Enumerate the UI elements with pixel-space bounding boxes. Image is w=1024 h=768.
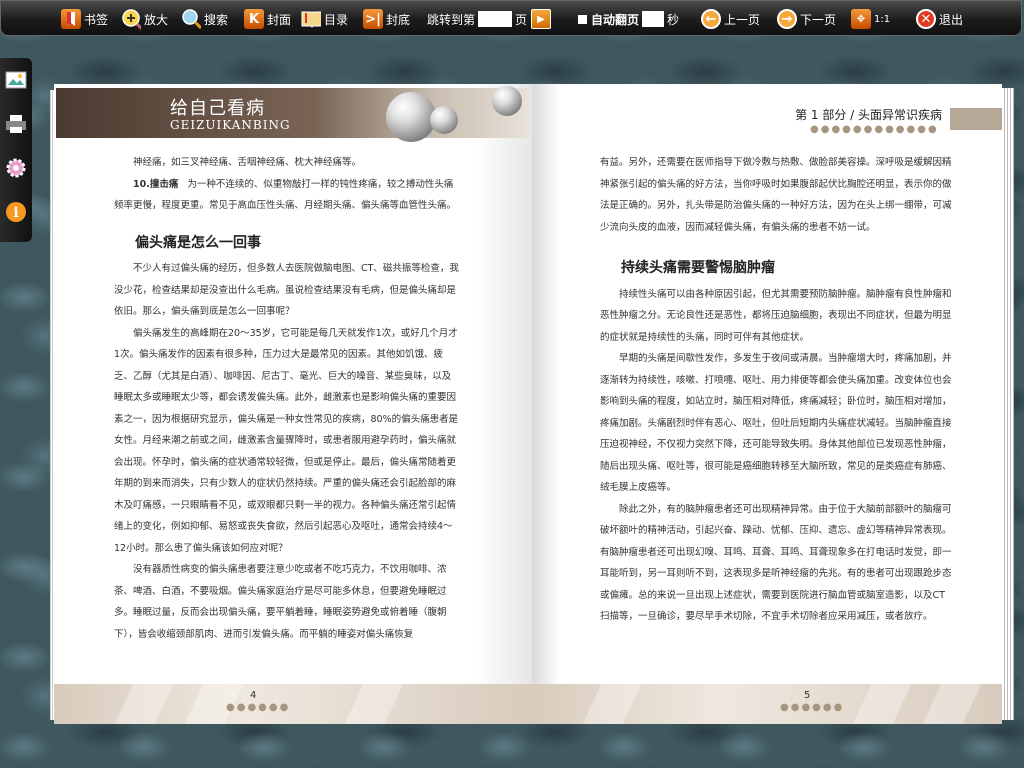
prev-page-button[interactable]: ← 上一页: [701, 7, 760, 31]
paragraph: 有益。另外，还需要在医师指导下做冷敷与热敷、做脸部美容操。深呼吸是缓解因精神紧张…: [600, 157, 952, 233]
printer-icon: [6, 115, 26, 133]
paragraph: 不少人有过偏头痛的经历，但多数人去医院做脑电图、CT、磁共振等检查，我没少花，检…: [114, 263, 459, 317]
cover-button[interactable]: K 封面: [244, 7, 291, 31]
arrow-right-icon: →: [777, 9, 797, 29]
bookmark-icon: [61, 9, 81, 29]
toolbar: 书签 放大 搜索 K 封面 目录 >| 封底 跳转到第 页 ▶ 自动翻页 秒 ← 上一…: [0, 0, 1022, 36]
jump-to-page: 跳转到第 页 ▶: [427, 7, 552, 31]
auto-flip-checkbox[interactable]: [578, 14, 587, 24]
first-page-icon: K: [244, 9, 264, 29]
left-page-text: 神经痛，如三叉神经痛、舌咽神经痛、枕大神经痛等。 10.撞击痛 为一种不连续的、…: [114, 152, 460, 645]
info-icon: i: [6, 202, 26, 222]
section-heading: 偏头痛是怎么一回事: [135, 234, 261, 251]
zoom-button[interactable]: 放大: [121, 7, 168, 31]
decorative-dots: ●●●●●●: [226, 702, 291, 713]
toc-button[interactable]: 目录: [301, 7, 348, 31]
paragraph: 偏头痛发生的高峰期在20～35岁，它可能是每几天就发作1次，或好几个月才1次。偏…: [114, 327, 459, 554]
fit-icon: ✥: [851, 9, 871, 29]
go-button[interactable]: ▶: [531, 9, 552, 29]
arrow-left-icon: ←: [701, 9, 721, 29]
right-page-text: 有益。另外，还需要在医师指导下做冷敷与热敷、做脸部美容操。深呼吸是缓解因精神紧张…: [600, 152, 952, 628]
decorative-sphere: [492, 86, 522, 116]
decorative-sphere: [386, 92, 436, 142]
bookmark-button[interactable]: 书签: [61, 7, 108, 31]
paragraph: 除此之外，有的脑肿瘤患者还可出现精神异常。由于位于大脑前部额叶的脑瘤可破坏额叶的…: [600, 503, 952, 623]
paragraph: 早期的头痛是间歇性发作，多发生于夜间或清晨。当肿瘤增大时，疼痛加剧，并逐渐转为持…: [600, 353, 952, 493]
right-page[interactable]: 第 1 部分 / 头面异常识疾病 ●●●●●●●●●●●● 有益。另外，还需要在…: [532, 84, 1002, 724]
book: 给自己看病 GEIZUIKANBING 神经痛，如三叉神经痛、舌咽神经痛、枕大神…: [50, 84, 1014, 724]
paragraph: 10.撞击痛 为一种不连续的、似重物敲打一样的钝性疼痛，较之搏动性头痛频率更慢，…: [114, 178, 457, 212]
side-toolbar: i: [0, 58, 32, 242]
left-page-footer: 4 ●●●●●●: [54, 684, 532, 724]
settings-button[interactable]: [4, 156, 28, 180]
svg-text:i: i: [13, 205, 18, 221]
picture-icon: [5, 71, 27, 89]
next-page-button[interactable]: → 下一页: [777, 7, 836, 31]
thumbnail-button[interactable]: [4, 68, 28, 92]
decorative-sphere: [430, 106, 458, 134]
page-number: 5: [804, 690, 811, 701]
print-button[interactable]: [4, 112, 28, 136]
left-page[interactable]: 给自己看病 GEIZUIKANBING 神经痛，如三叉神经痛、舌咽神经痛、枕大神…: [54, 84, 532, 724]
banner-subtitle: GEIZUIKANBING: [170, 118, 291, 132]
exit-button[interactable]: ✕ 退出: [916, 7, 963, 31]
paragraph: 没有器质性病变的偏头痛患者要注意少吃或者不吃巧克力，不饮用咖啡、浓茶、啤酒、白酒…: [114, 564, 447, 640]
auto-flip-seconds-input[interactable]: [642, 11, 665, 27]
search-button[interactable]: 搜索: [181, 7, 228, 31]
page-number-input[interactable]: [478, 11, 513, 27]
back-cover-button[interactable]: >| 封底: [363, 7, 410, 31]
last-page-icon: >|: [363, 9, 383, 29]
page-stack-right: [1002, 88, 1014, 720]
search-icon: [181, 9, 201, 30]
banner-title: 给自己看病: [170, 98, 265, 119]
decorative-dots: ●●●●●●: [780, 702, 845, 713]
section-heading: 持续头痛需要警惕脑肿瘤: [621, 260, 775, 276]
book-icon: [301, 9, 321, 29]
chapter-header: 第 1 部分 / 头面异常识疾病: [795, 108, 942, 122]
gear-icon: [6, 158, 26, 178]
paragraph: 神经痛，如三叉神经痛、舌咽神经痛、枕大神经痛等。: [133, 157, 362, 168]
auto-flip: 自动翻页 秒: [574, 7, 679, 31]
decorative-dots: ●●●●●●●●●●●●: [810, 124, 939, 135]
page-number: 4: [250, 690, 257, 701]
book-banner: 给自己看病 GEIZUIKANBING: [56, 86, 530, 142]
chapter-bar: [950, 108, 1002, 130]
paragraph: 持续性头痛可以由各种原因引起，但尤其需要预防脑肿瘤。脑肿瘤有良性肿瘤和恶性肿瘤之…: [600, 288, 952, 343]
right-page-footer: 5 ●●●●●●: [532, 684, 1002, 724]
actual-size-button[interactable]: ✥ 1:1: [851, 7, 890, 31]
zoom-in-icon: [121, 9, 141, 30]
close-icon: ✕: [916, 9, 936, 29]
info-button[interactable]: i: [4, 200, 28, 224]
